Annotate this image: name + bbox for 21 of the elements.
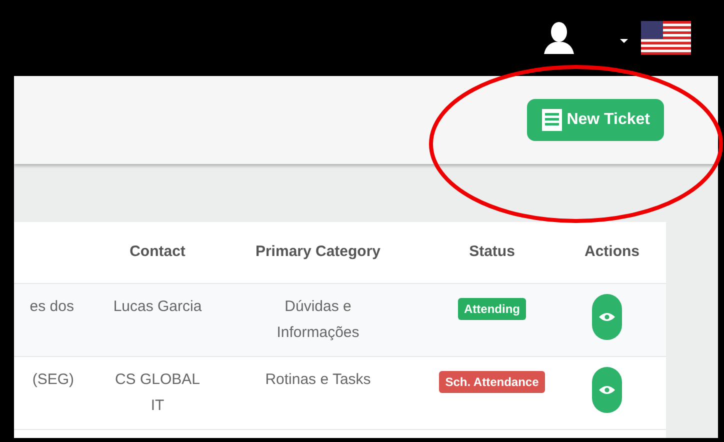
column-header: Primary Category [254, 242, 382, 262]
column-header: Status [468, 242, 516, 262]
table-cell-text: Lucas Garcia [112, 297, 202, 317]
view-button[interactable] [592, 367, 622, 413]
table-cell-text: CS GLOBAL IT [114, 370, 202, 416]
new-ticket-button[interactable]: New Ticket [526, 99, 664, 141]
table-cell-text: Rotinas e Tasks [264, 370, 372, 390]
view-button[interactable] [592, 294, 622, 340]
caret-icon[interactable] [620, 39, 628, 43]
table-cell: (SEG) [32, 371, 74, 388]
column-header: Contact [128, 242, 186, 262]
status-badge: Attending [458, 298, 526, 320]
user-icon[interactable] [542, 22, 576, 54]
eye-icon [599, 312, 615, 322]
flag-icon[interactable] [641, 21, 691, 55]
table-cell-text: Dúvidas e Informações [276, 297, 360, 343]
column-header: Actions [583, 242, 640, 262]
receipt-icon [540, 108, 563, 132]
table-cell: es dos [30, 298, 74, 315]
status-badge: Sch. Attendance [439, 371, 545, 393]
eye-icon [599, 385, 615, 395]
